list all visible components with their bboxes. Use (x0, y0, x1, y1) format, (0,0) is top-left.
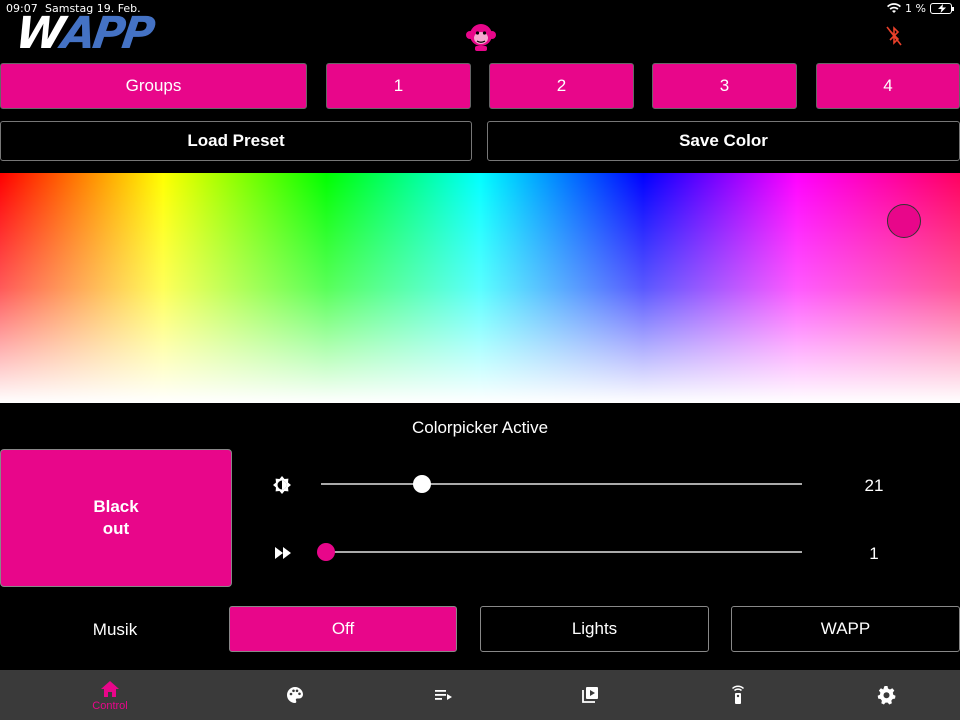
tab-settings[interactable] (806, 670, 960, 720)
tab-bar: Control (0, 670, 960, 720)
brightness-slider-handle[interactable] (413, 475, 431, 493)
brightness-slider-track[interactable] (321, 483, 802, 485)
wifi-icon (887, 3, 902, 13)
colorpicker-status: Colorpicker Active (411, 418, 549, 437)
fast-forward-icon (275, 547, 291, 559)
wapp-logo: WAPP (12, 8, 155, 59)
group-3-button[interactable]: 3 (652, 63, 797, 109)
tab-control[interactable]: Control (30, 670, 190, 720)
tab-control-label: Control (92, 699, 128, 712)
battery-percent: 1 % (905, 2, 926, 15)
color-picker-white-overlay (0, 173, 960, 403)
blackout-button[interactable]: Black out (0, 449, 232, 587)
group-2-button[interactable]: 2 (489, 63, 634, 109)
tab-scenes[interactable] (510, 670, 670, 720)
group-1-button[interactable]: 1 (326, 63, 471, 109)
bluetooth-disabled-icon[interactable] (885, 24, 903, 48)
speed-slider-track[interactable] (321, 551, 802, 553)
brightness-icon (273, 476, 291, 494)
tab-remote[interactable] (658, 670, 818, 720)
video-library-icon (582, 687, 598, 703)
tab-playlist[interactable] (363, 670, 523, 720)
monkey-logo-icon (466, 24, 496, 51)
playlist-icon (435, 690, 452, 700)
speed-value: 1 (869, 544, 879, 563)
battery-icon (930, 3, 954, 14)
groups-button[interactable]: Groups (0, 63, 307, 109)
status-right: 1 % (887, 2, 954, 15)
save-color-button[interactable]: Save Color (487, 121, 960, 161)
brightness-value: 21 (864, 476, 884, 495)
music-wapp-button[interactable]: WAPP (731, 606, 960, 652)
color-picker-handle[interactable] (887, 204, 921, 238)
music-off-button[interactable]: Off (229, 606, 457, 652)
music-lights-button[interactable]: Lights (480, 606, 709, 652)
settings-icon (877, 686, 896, 705)
load-preset-button[interactable]: Load Preset (0, 121, 472, 161)
group-4-button[interactable]: 4 (816, 63, 960, 109)
home-icon (101, 680, 119, 697)
palette-icon (287, 687, 303, 703)
musik-label: Musik (92, 620, 138, 639)
remote-icon (731, 685, 745, 704)
speed-slider-handle[interactable] (316, 543, 335, 561)
tab-colors[interactable] (215, 670, 375, 720)
color-picker-field[interactable] (0, 173, 960, 403)
